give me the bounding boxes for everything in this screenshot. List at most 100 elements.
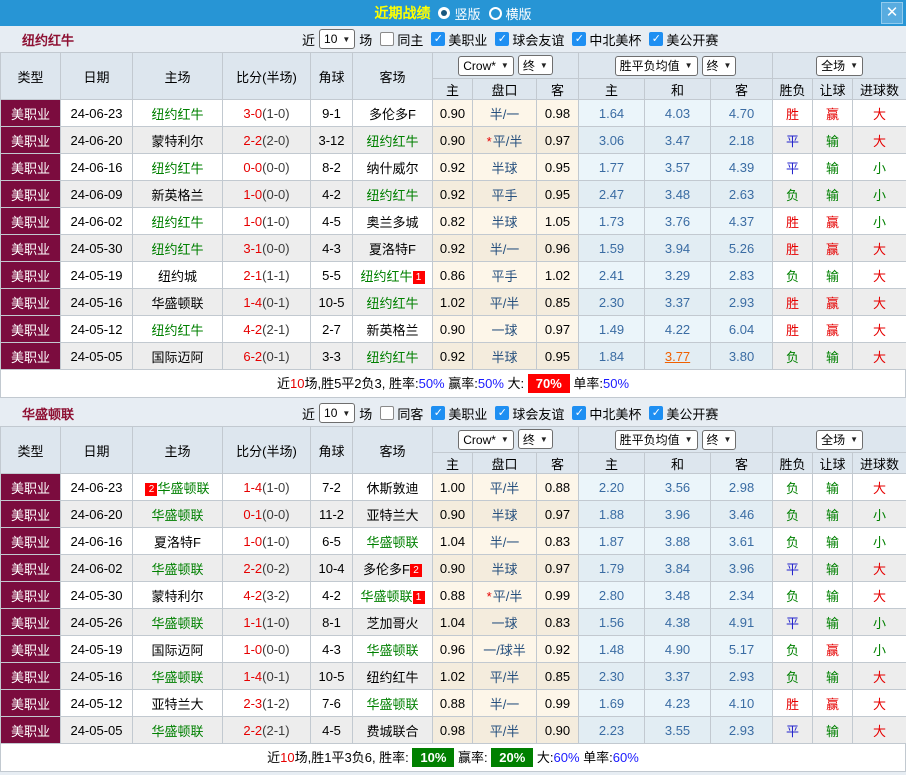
summary-segment: 50% [603, 376, 629, 391]
avg-source-select[interactable]: 胜平负均值▼ [615, 430, 698, 450]
close-button[interactable]: ✕ [881, 2, 903, 24]
date-cell: 24-06-16 [61, 154, 133, 181]
full-score: 4-2 [243, 322, 262, 337]
same-venue-checkbox[interactable] [380, 32, 394, 46]
team-name-text: 华盛顿联 [151, 508, 203, 523]
avg-value: 3.55 [665, 723, 690, 738]
date-cell: 24-05-16 [61, 289, 133, 316]
odds-home-cell: 0.88 [433, 690, 473, 717]
recent-label: 近 [302, 30, 315, 49]
odds-source-select[interactable]: Crow*▼ [458, 56, 514, 76]
landscape-radio[interactable] [489, 7, 502, 20]
avg-draw-cell: 4.23 [645, 690, 711, 717]
avg-state-select-value: 终 [707, 57, 719, 74]
competition-checkbox[interactable]: ✓ [649, 406, 663, 420]
chevron-down-icon: ▼ [685, 435, 693, 444]
corners-cell: 4-2 [311, 181, 353, 208]
league-cell: 美职业 [1, 316, 61, 343]
team-name-text: 纽约红牛 [151, 242, 203, 257]
goals-result-cell: 大 [853, 474, 906, 501]
full-score: 4-2 [243, 588, 262, 603]
portrait-radio[interactable] [438, 7, 450, 19]
line-text: 平/半 [493, 589, 523, 604]
scope-select[interactable]: 全场▼ [816, 56, 863, 76]
avg-value: 1.88 [599, 507, 624, 522]
home-team-cell: 国际迈阿 [133, 343, 223, 370]
column-header: 日期 [61, 427, 133, 474]
odds-state-select[interactable]: 终▼ [518, 429, 553, 449]
wdl-result-cell: 负 [773, 262, 813, 289]
avg-source-select[interactable]: 胜平负均值▼ [615, 56, 698, 76]
odds-state-select-value: 终 [523, 57, 535, 74]
odds-away-cell: 0.97 [537, 501, 579, 528]
avg-draw-cell: 3.29 [645, 262, 711, 289]
wdl-result-cell: 负 [773, 528, 813, 555]
same-venue-checkbox[interactable] [380, 406, 394, 420]
summary-segment: 20% [491, 748, 533, 767]
column-header: 主场 [133, 53, 223, 100]
competition-checkbox[interactable]: ✓ [431, 406, 445, 420]
avg-state-select[interactable]: 终▼ [702, 430, 737, 450]
odds-away-cell: 1.05 [537, 208, 579, 235]
avg-source-select-value: 胜平负均值 [620, 57, 680, 74]
avg-value: 2.18 [729, 133, 754, 148]
avg-value: 3.48 [665, 187, 690, 202]
recent-count-select[interactable]: 10▼ [319, 403, 355, 423]
match-row: 美职业24-05-16华盛顿联1-4(0-1)10-5纽约红牛1.02平/半0.… [1, 663, 906, 690]
landscape-label: 横版 [506, 4, 532, 23]
competition-checkbox[interactable]: ✓ [431, 32, 445, 46]
date-cell: 24-06-23 [61, 100, 133, 127]
half-score: (0-0) [262, 160, 289, 175]
league-cell: 美职业 [1, 343, 61, 370]
avg-value: 1.73 [599, 214, 624, 229]
full-score: 3-0 [243, 106, 262, 121]
scope-select[interactable]: 全场▼ [816, 430, 863, 450]
sub-header: 主 [433, 453, 473, 474]
match-row: 美职业24-05-19纽约城2-1(1-1)5-5纽约红牛10.86平手1.02… [1, 262, 906, 289]
avg-draw-cell: 3.48 [645, 582, 711, 609]
avg-home-cell: 2.20 [579, 474, 645, 501]
date-cell: 24-05-12 [61, 316, 133, 343]
full-score: 2-2 [243, 133, 262, 148]
avg-value: 3.76 [665, 214, 690, 229]
league-cell: 美职业 [1, 181, 61, 208]
away-team-cell: 纽约红牛 [353, 181, 433, 208]
corners-cell: 11-2 [311, 501, 353, 528]
goals-result-cell: 大 [853, 582, 906, 609]
column-header: 主场 [133, 427, 223, 474]
sub-header: 客 [711, 79, 773, 100]
same-venue-label: 同主 [397, 30, 423, 49]
competition-checkbox[interactable]: ✓ [495, 32, 509, 46]
summary-segment: 60% [554, 750, 580, 765]
competition-checkbox[interactable]: ✓ [572, 32, 586, 46]
avg-home-cell: 1.84 [579, 343, 645, 370]
score-cell: 2-2(2-1) [223, 717, 311, 744]
league-cell: 美职业 [1, 100, 61, 127]
handicap-result-cell: 赢 [813, 100, 853, 127]
avg-state-select[interactable]: 终▼ [702, 56, 737, 76]
competition-checkbox[interactable]: ✓ [495, 406, 509, 420]
competition-checkbox[interactable]: ✓ [572, 406, 586, 420]
avg-value: 2.80 [599, 588, 624, 603]
team-name-text: 蒙特利尔 [151, 134, 203, 149]
team-name-text: 华盛顿联 [157, 481, 209, 496]
summary-segment: 场,胜5平2负3, 胜率: [304, 376, 418, 391]
sub-header: 客 [711, 453, 773, 474]
competition-checkbox[interactable]: ✓ [649, 32, 663, 46]
wdl-result-cell: 平 [773, 609, 813, 636]
recent-count-select[interactable]: 10▼ [319, 29, 355, 49]
sections-container: 纽约红牛近10▼场同主✓美职业✓球会友谊✓中北美杯✓美公开赛类型日期主场比分(半… [0, 26, 906, 772]
avg-draw-cell: 4.22 [645, 316, 711, 343]
date-cell: 24-06-02 [61, 555, 133, 582]
odds-state-select[interactable]: 终▼ [518, 55, 553, 75]
summary-segment: 单率: [580, 750, 613, 765]
odds-source-select[interactable]: Crow*▼ [458, 430, 514, 450]
sub-header: 让球 [813, 79, 853, 100]
half-score: (1-0) [262, 106, 289, 121]
team-name-text: 纽约红牛 [366, 134, 418, 149]
avg-home-cell: 1.69 [579, 690, 645, 717]
full-score: 1-0 [243, 187, 262, 202]
wdl-result-cell: 平 [773, 154, 813, 181]
avg-value: 3.61 [729, 534, 754, 549]
full-score: 2-1 [243, 268, 262, 283]
